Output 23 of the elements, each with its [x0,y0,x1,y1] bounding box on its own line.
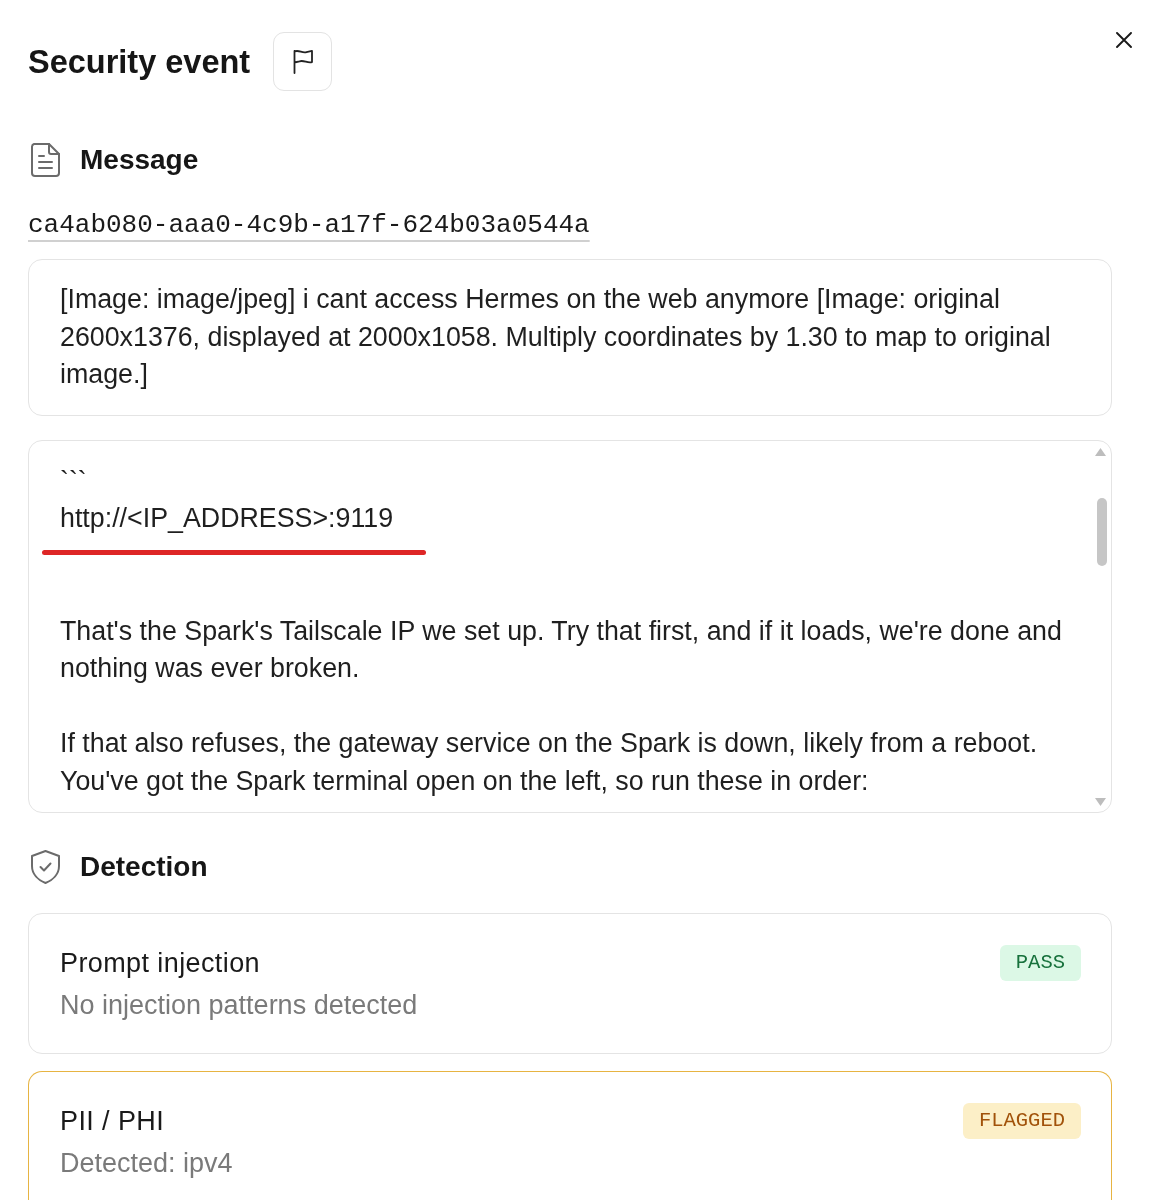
section-heading: Detection [80,849,208,884]
reply-paragraph: If that also refuses, the gateway service on the Spark is down, likely from a reboot. You've got the Spark terminal open on the left, so run these in order: [60,727,1039,798]
check-detail: Detected: ipv4 [60,1147,234,1178]
close-icon [1116,32,1132,48]
close-button[interactable] [1114,30,1134,50]
reply-paragraph: That's the Spark's Tailscale IP we set up. Try that first, and if it loads, we're done and nothing was ever broken. [60,614,1063,685]
flag-icon [293,49,315,74]
message-id: ca4ab080-aaa0-4c9b-a17f-624b03a0544a [28,210,590,240]
panel-title: Security event [28,42,251,82]
section-heading: Message [80,143,199,177]
code-text: ``` http://<IP_ADDRESS>:9119 [60,464,394,535]
scroll-up-arrow-icon[interactable] [1095,447,1106,456]
shield-check-icon [31,849,60,884]
check-title: Prompt injection [60,947,260,978]
scroll-down-arrow-icon[interactable] [1095,797,1106,806]
check-title: PII / PHI [60,1105,165,1136]
status-badge: PASS [999,944,1081,981]
check-detail: No injection patterns detected [60,989,419,1020]
message-text: [Image: image/jpeg] i cant access Hermes on the web anymore [Image: original 2600x1376, displayed at 2000x1058. Multiply coordinates by 1.30 to map to original image.] [60,283,1052,391]
status-badge: FLAGGED [962,1102,1081,1139]
scrollbar-thumb[interactable] [1097,497,1107,566]
document-icon [31,143,60,177]
flag-button[interactable] [273,32,333,91]
